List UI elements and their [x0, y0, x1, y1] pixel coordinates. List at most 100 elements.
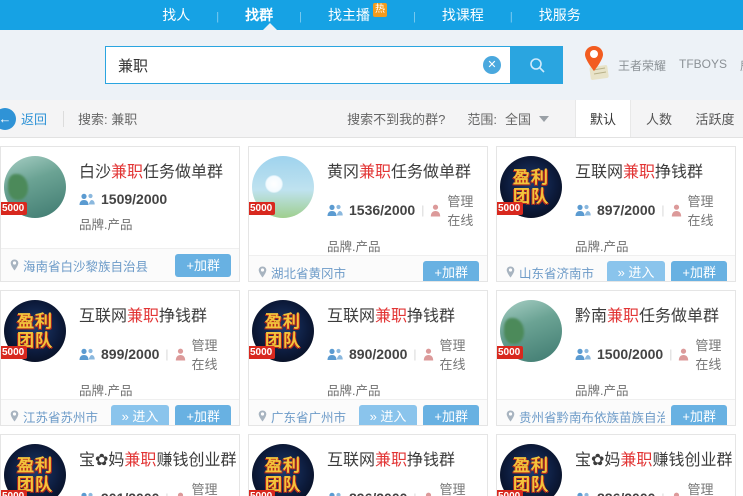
team-avatar-text: 盈利: [513, 168, 549, 187]
sort-tab-人数[interactable]: 人数: [631, 100, 687, 137]
map-pin-icon: [506, 266, 515, 278]
group-tagline: 品牌.产品: [327, 380, 477, 399]
magnifier-icon: [528, 56, 546, 74]
members-icon: [327, 348, 343, 361]
avatar-5000-badge: 5000: [248, 202, 275, 215]
group-card: 盈利团队 5000 互联网兼职挣钱群 890/2000 |: [248, 290, 488, 426]
search-input[interactable]: [105, 46, 511, 84]
top-nav: 找人 | 找群 | 找主播 热 | 找课程 | 找服务: [0, 0, 743, 30]
group-card: 5000 黔南兼职任务做单群 1500/2000 |: [496, 290, 736, 426]
card-info: 白沙兼职任务做单群 1509/2000 |: [79, 156, 229, 248]
map-pin-icon: [10, 259, 19, 271]
group-title[interactable]: 宝✿妈兼职赚钱创业群: [575, 446, 725, 470]
member-count: 1509/2000: [101, 191, 167, 207]
member-count: 897/2000: [597, 202, 655, 218]
enter-group-button[interactable]: » 进入: [607, 261, 666, 283]
title-highlight: 兼职: [620, 452, 652, 469]
sort-tab-默认[interactable]: 默认: [575, 100, 631, 137]
group-title[interactable]: 互联网兼职挣钱群: [79, 302, 229, 326]
group-location: 广东省广州市: [258, 407, 353, 426]
card-footer: 江苏省苏州市 » 进入+加群: [1, 399, 239, 426]
member-count: 1536/2000: [349, 202, 415, 218]
group-avatar[interactable]: 盈利团队 5000: [500, 156, 562, 218]
join-group-button[interactable]: +加群: [175, 254, 231, 277]
member-count: 901/2000: [101, 490, 159, 496]
join-group-button[interactable]: +加群: [671, 405, 727, 427]
group-location: 山东省济南市: [506, 263, 601, 282]
avatar-5000-badge: 5000: [248, 490, 275, 496]
title-highlight: 兼职: [375, 452, 407, 469]
group-avatar[interactable]: 盈利团队 5000: [4, 444, 66, 496]
group-card: 盈利团队 5000 互联网兼职挣钱群 896/2000 |: [248, 434, 488, 496]
group-avatar[interactable]: 盈利团队 5000: [252, 300, 314, 362]
member-count: 899/2000: [101, 346, 159, 362]
title-post: 挣钱群: [159, 308, 207, 325]
group-avatar[interactable]: 盈利团队 5000: [500, 444, 562, 496]
avatar-image: 盈利团队: [252, 444, 314, 496]
cant-find-group-link[interactable]: 搜索不到我的群?: [347, 109, 445, 128]
title-post: 任务做单群: [639, 308, 719, 325]
back-label: 返回: [21, 109, 47, 128]
location-text: 广东省广州市: [271, 407, 346, 426]
back-button[interactable]: ← 返回: [0, 108, 47, 130]
join-group-button[interactable]: +加群: [423, 405, 479, 427]
clear-icon[interactable]: ✕: [483, 56, 501, 74]
nav-tab-找服务[interactable]: 找服务: [513, 5, 607, 25]
group-title[interactable]: 互联网兼职挣钱群: [575, 158, 725, 182]
card-body: 5000 白沙兼职任务做单群 1509/2000 |: [1, 147, 239, 248]
team-avatar-text: 盈利: [513, 456, 549, 475]
group-avatar[interactable]: 5000: [4, 156, 66, 218]
admin-online-label: 管理在线: [688, 191, 725, 229]
search-section: ✕ 王者荣耀TFBOYS鹿晗: [0, 30, 743, 100]
group-avatar[interactable]: 盈利团队 5000: [252, 444, 314, 496]
title-highlight: 兼职: [359, 164, 391, 181]
join-group-button[interactable]: +加群: [671, 261, 727, 283]
location-text: 江苏省苏州市: [23, 407, 98, 426]
group-card: 盈利团队 5000 互联网兼职挣钱群 897/2000 |: [496, 146, 736, 282]
meta-divider: |: [413, 491, 416, 496]
title-post: 挣钱群: [655, 164, 703, 181]
nav-tab-找课程[interactable]: 找课程: [416, 5, 510, 25]
hot-word-link[interactable]: 王者荣耀: [618, 57, 666, 74]
member-count: 890/2000: [349, 346, 407, 362]
enter-group-button[interactable]: » 进入: [359, 405, 418, 427]
title-highlight: 兼职: [623, 164, 655, 181]
card-info: 宝✿妈兼职赚钱创业群 901/2000 |: [79, 444, 229, 496]
sort-tab-活跃度[interactable]: 活跃度: [687, 100, 743, 137]
avatar-image: 盈利团队: [4, 444, 66, 496]
members-icon: [79, 348, 95, 361]
hot-search-words: 王者荣耀TFBOYS鹿晗: [618, 57, 743, 74]
card-body: 盈利团队 5000 互联网兼职挣钱群 899/2000 |: [1, 291, 239, 399]
group-title[interactable]: 白沙兼职任务做单群: [79, 158, 229, 182]
admin-icon: [423, 492, 434, 496]
enter-group-button[interactable]: » 进入: [111, 405, 170, 427]
group-title[interactable]: 黔南兼职任务做单群: [575, 302, 725, 326]
join-group-button[interactable]: +加群: [423, 261, 479, 283]
group-title[interactable]: 黄冈兼职任务做单群: [327, 158, 477, 182]
scope-value: 全国: [505, 109, 531, 128]
group-card: 5000 黄冈兼职任务做单群 1536/2000 |: [248, 146, 488, 282]
location-pin-icon[interactable]: [582, 44, 612, 82]
nav-tab-找人[interactable]: 找人: [136, 5, 216, 25]
search-button[interactable]: [511, 46, 563, 84]
admin-online-label: 管理在线: [440, 479, 477, 496]
scope-dropdown[interactable]: 范围: 全国: [467, 109, 549, 128]
nav-tab-找主播[interactable]: 找主播 热: [302, 5, 413, 25]
group-avatar[interactable]: 5000: [252, 156, 314, 218]
admin-icon: [175, 348, 186, 361]
group-title[interactable]: 宝✿妈兼职赚钱创业群: [79, 446, 229, 470]
map-pin-icon: [258, 410, 267, 422]
group-avatar[interactable]: 5000: [500, 300, 562, 362]
group-title[interactable]: 互联网兼职挣钱群: [327, 302, 477, 326]
group-title[interactable]: 互联网兼职挣钱群: [327, 446, 477, 470]
group-card: 盈利团队 5000 互联网兼职挣钱群 899/2000 |: [0, 290, 240, 426]
join-group-button[interactable]: +加群: [175, 405, 231, 427]
group-avatar[interactable]: 盈利团队 5000: [4, 300, 66, 362]
card-footer: 湖北省黄冈市 +加群: [249, 255, 487, 282]
hot-word-link[interactable]: TFBOYS: [679, 57, 727, 74]
card-footer: 贵州省黔南布依族苗族自治州 +加群: [497, 399, 735, 426]
admin-online-label: 管理在线: [695, 335, 725, 373]
nav-tab-找群[interactable]: 找群: [219, 5, 299, 25]
group-location: 贵州省黔南布依族苗族自治州: [506, 407, 665, 426]
team-avatar-text: 盈利: [17, 312, 53, 331]
